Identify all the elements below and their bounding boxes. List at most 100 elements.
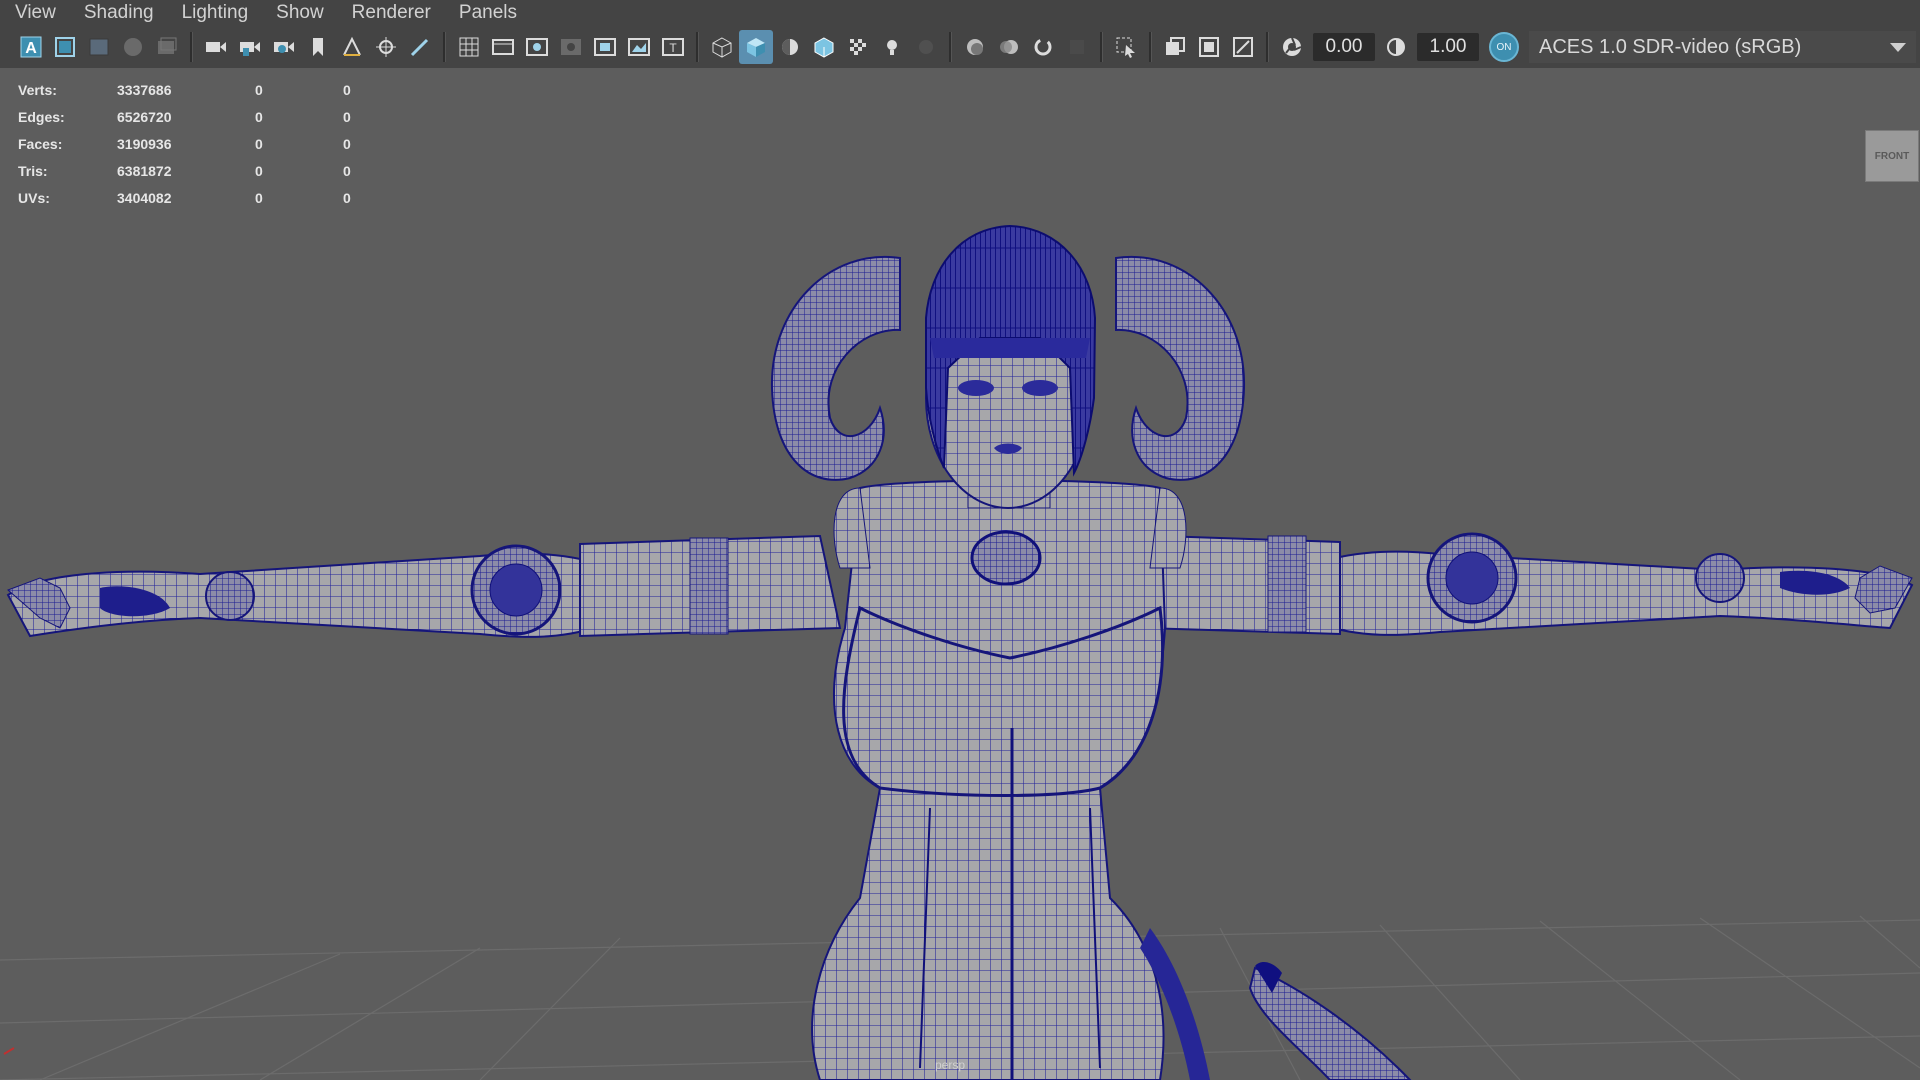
grease-pencil-tool-button[interactable] [403, 30, 437, 64]
torso-mesh [811, 479, 1187, 1080]
hud-row-verts: Verts: 3337686 0 0 [18, 76, 383, 103]
wireframe-character-scene [0, 224, 1920, 1080]
resolution-gate-button[interactable] [520, 30, 554, 64]
motion-blur-button[interactable] [992, 30, 1026, 64]
hud-value: 3190936 [117, 135, 172, 152]
camera-attributes-button[interactable] [48, 30, 82, 64]
default-material-button[interactable] [773, 30, 807, 64]
panel-toolbar: A T 0.00 1.00 ON ACES 1.0 SDR-video (sRG… [0, 26, 1920, 68]
shadow-icon [919, 40, 933, 54]
gamma-field[interactable]: 1.00 [1417, 33, 1479, 61]
xray-components-icon [1199, 37, 1219, 57]
hud-row-faces: Faces: 3190936 0 0 [18, 130, 383, 157]
grid-button[interactable] [452, 30, 486, 64]
hud-value: 6526720 [117, 108, 172, 125]
screen-space-ao-button[interactable] [958, 30, 992, 64]
hud-row-edges: Edges: 6526720 0 0 [18, 103, 383, 130]
hud-value-selected: 0 [255, 135, 263, 152]
gamma-toggle-button[interactable] [1379, 30, 1413, 64]
head-mesh [925, 224, 1097, 509]
ambient-occlusion-icon [967, 39, 983, 55]
film-gate-frame-icon [492, 39, 514, 55]
gate-mask-icon [561, 39, 581, 55]
hud-label: UVs: [18, 189, 50, 206]
pan-zoom-icon [158, 37, 177, 54]
camera-settings-button[interactable] [267, 30, 301, 64]
hud-value-component: 0 [343, 135, 351, 152]
bookmark-button[interactable] [301, 30, 335, 64]
hud-value: 6381872 [117, 162, 172, 179]
menu-shading[interactable]: Shading [69, 0, 167, 26]
smooth-shade-button[interactable] [739, 30, 773, 64]
2d-pan-zoom-button[interactable] [369, 30, 403, 64]
shadows-button[interactable] [909, 30, 943, 64]
image-plane-icon [89, 38, 109, 56]
toolbar-separator [443, 32, 446, 62]
aperture-icon [1283, 37, 1302, 56]
camera-2d-pan-button[interactable] [150, 30, 184, 64]
select-camera-button[interactable]: A [14, 30, 48, 64]
3d-viewport[interactable]: Verts: 3337686 0 0 Edges: 6526720 0 0 Fa… [0, 68, 1920, 1080]
textured-button[interactable] [841, 30, 875, 64]
color-space-dropdown[interactable]: ACES 1.0 SDR-video (sRGB) [1529, 31, 1916, 63]
lock-camera-button[interactable] [233, 30, 267, 64]
xray-button[interactable] [1158, 30, 1192, 64]
field-chart-button[interactable] [588, 30, 622, 64]
anti-aliasing-icon [1034, 38, 1052, 56]
menu-show[interactable]: Show [261, 0, 337, 26]
select-camera-icon: A [20, 36, 42, 58]
xray-active-components-button[interactable] [1192, 30, 1226, 64]
use-all-lights-button[interactable] [875, 30, 909, 64]
pencil-icon [410, 38, 429, 57]
angle-pencil-icon [343, 36, 361, 56]
camera-gear-icon [274, 42, 294, 53]
checker-icon [850, 39, 866, 55]
safe-action-button[interactable] [622, 30, 656, 64]
color-management-toggle[interactable]: ON [1489, 32, 1519, 62]
bookmark-icon [313, 38, 323, 56]
image-plane-button[interactable] [82, 30, 116, 64]
safe-title-icon: T [662, 38, 684, 56]
safe-title-button[interactable]: T [656, 30, 690, 64]
gate-mask-button[interactable] [554, 30, 588, 64]
hud-label: Edges: [18, 108, 65, 125]
wireframe-button[interactable] [705, 30, 739, 64]
camera-button[interactable] [199, 30, 233, 64]
exposure-toggle-button[interactable] [1275, 30, 1309, 64]
menu-lighting[interactable]: Lighting [167, 0, 262, 26]
hud-row-tris: Tris: 6381872 0 0 [18, 157, 383, 184]
origin-axis-marker [3, 1047, 15, 1055]
light-bulb-icon [887, 40, 897, 55]
film-gate-icon [55, 37, 75, 57]
hud-label: Verts: [18, 81, 57, 98]
toolbar-separator [190, 32, 193, 62]
color-space-label: ACES 1.0 SDR-video (sRGB) [1539, 35, 1802, 58]
toolbar-separator [696, 32, 699, 62]
bookmark-camera-button[interactable] [116, 30, 150, 64]
camera-name-label: persp [935, 1058, 966, 1072]
hud-value: 3337686 [117, 81, 172, 98]
wireframe-on-shaded-button[interactable] [807, 30, 841, 64]
anti-aliasing-button[interactable] [1026, 30, 1060, 64]
right-arm-mesh [1078, 532, 1914, 636]
hud-value-component: 0 [343, 81, 351, 98]
menu-panels[interactable]: Panels [444, 0, 530, 26]
hud-value-selected: 0 [255, 81, 263, 98]
exposure-field[interactable]: 0.00 [1313, 33, 1375, 61]
isolate-select-button[interactable] [1109, 30, 1143, 64]
hud-value-selected: 0 [255, 162, 263, 179]
view-cube[interactable]: FRONT [1865, 130, 1919, 182]
wireframe-cube-icon [712, 37, 732, 58]
menu-renderer[interactable]: Renderer [337, 0, 444, 26]
isolate-select-icon [1116, 37, 1135, 58]
depth-of-field-button[interactable] [1060, 30, 1094, 64]
xray-joints-button[interactable] [1226, 30, 1260, 64]
grease-pencil-button[interactable] [335, 30, 369, 64]
toolbar-separator [1149, 32, 1152, 62]
menu-view[interactable]: View [0, 0, 69, 26]
film-gate-button[interactable] [486, 30, 520, 64]
tail-mesh [1140, 928, 1412, 1080]
toolbar-separator [949, 32, 952, 62]
hud-value-component: 0 [343, 189, 351, 206]
wireframe-on-shaded-icon [814, 37, 834, 58]
